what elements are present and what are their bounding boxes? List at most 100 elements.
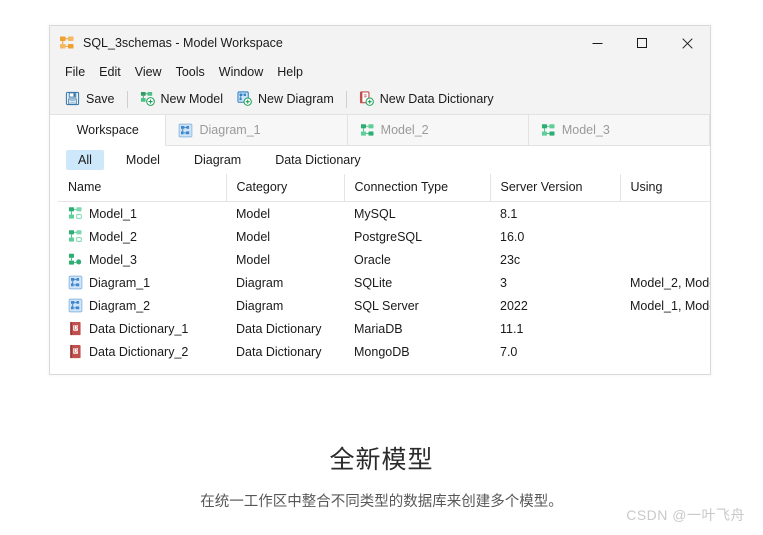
cell-name-label: Model_2 <box>89 229 137 244</box>
cell-category: Model <box>236 206 271 221</box>
cell-using <box>620 225 710 248</box>
table-row[interactable]: Diagram_2 Diagram SQL Server 2022 Model_… <box>58 294 710 317</box>
cell-server-version: 11.1 <box>500 321 524 336</box>
cell-server-version: 3 <box>500 275 507 290</box>
model-icon <box>68 206 83 221</box>
cell-connection-type: SQLite <box>354 275 393 290</box>
cell-name-label: Data Dictionary_2 <box>89 344 189 359</box>
cell-connection-type: MongoDB <box>354 344 410 359</box>
cell-category: Diagram <box>236 275 284 290</box>
diagram-icon <box>68 298 83 313</box>
close-icon[interactable] <box>665 26 710 60</box>
cell-using <box>620 248 710 271</box>
table-row[interactable]: D Data Dictionary_2 Data Dictionary Mong… <box>58 340 710 363</box>
cell-server-version: 7.0 <box>500 344 518 359</box>
cell-category: Model <box>236 252 271 267</box>
title-bar: SQL_3schemas - Model Workspace <box>50 26 710 60</box>
cell-connection-type: SQL Server <box>354 298 419 313</box>
filter-chip-model[interactable]: Model <box>114 150 172 170</box>
diagram-icon <box>178 123 193 138</box>
table-row[interactable]: Model_3 Model Oracle 23c <box>58 248 710 271</box>
cell-connection-type: PostgreSQL <box>354 229 423 244</box>
table-row[interactable]: Model_2 Model PostgreSQL 16.0 <box>58 225 710 248</box>
menu-item-edit[interactable]: Edit <box>92 62 128 82</box>
new-diagram-button[interactable]: New Diagram <box>230 88 341 110</box>
window-title: SQL_3schemas - Model Workspace <box>83 36 283 50</box>
model-icon <box>68 229 83 244</box>
cell-connection-type: Oracle <box>354 252 391 267</box>
save-button[interactable]: Save <box>58 88 122 110</box>
cell-name-label: Model_3 <box>89 252 137 267</box>
menu-item-tools[interactable]: Tools <box>169 62 212 82</box>
filter-chip-all[interactable]: All <box>66 150 104 170</box>
cell-server-version: 16.0 <box>500 229 525 244</box>
document-tab-strip: Workspace Diagram_1 Model_2 Model_3 <box>50 115 710 146</box>
tab-diagram-1[interactable]: Diagram_1 <box>166 115 348 145</box>
tab-workspace-label: Workspace <box>76 123 139 137</box>
cell-connection-type: MySQL <box>354 206 396 221</box>
tab-workspace[interactable]: Workspace <box>50 115 167 146</box>
data-dictionary-icon: D <box>68 321 83 336</box>
data-dictionary-icon: D <box>68 344 83 359</box>
menu-item-window[interactable]: Window <box>212 62 270 82</box>
cell-category: Data Dictionary <box>236 344 322 359</box>
cell-category: Data Dictionary <box>236 321 322 336</box>
new-model-button-label: New Model <box>160 92 224 106</box>
menu-bar: File Edit View Tools Window Help <box>50 60 710 84</box>
cell-name-label: Data Dictionary_1 <box>89 321 189 336</box>
model-schema-icon <box>59 35 75 51</box>
cell-name-label: Model_1 <box>89 206 137 221</box>
cell-category: Model <box>236 229 271 244</box>
maximize-icon[interactable] <box>620 26 665 60</box>
new-data-dictionary-button-label: New Data Dictionary <box>379 92 494 106</box>
new-diagram-icon <box>237 91 253 107</box>
column-header-name[interactable]: Name <box>58 174 227 202</box>
toolbar: Save New Model New Diagram New Data Dict… <box>50 84 710 115</box>
table-header-row: Name Category Connection Type Server Ver… <box>58 174 710 202</box>
tab-diagram-1-label: Diagram_1 <box>199 123 261 137</box>
filter-chip-diagram[interactable]: Diagram <box>182 150 253 170</box>
model-alt-icon <box>68 252 83 267</box>
tab-model-2-label: Model_2 <box>380 123 429 137</box>
new-data-dictionary-button[interactable]: New Data Dictionary <box>352 88 501 110</box>
tab-model-3-label: Model_3 <box>561 123 610 137</box>
table-row[interactable]: D Data Dictionary_1 Data Dictionary Mari… <box>58 317 710 340</box>
filter-chip-data-dictionary[interactable]: Data Dictionary <box>263 150 372 170</box>
tab-model-3[interactable]: Model_3 <box>528 115 710 145</box>
cell-server-version: 23c <box>500 252 521 267</box>
watermark: CSDN @一叶飞舟 <box>626 507 745 523</box>
column-header-category[interactable]: Category <box>226 174 345 202</box>
new-model-icon <box>140 91 156 107</box>
toolbar-separator-1 <box>126 90 128 108</box>
cell-using: Model_2, Model_3 <box>630 275 710 290</box>
model-icon <box>360 123 375 138</box>
menu-item-help[interactable]: Help <box>270 62 310 82</box>
diagram-icon <box>68 275 83 290</box>
model-icon <box>541 123 556 138</box>
cell-using: Model_1, Model_2 <box>630 298 710 313</box>
svg-text:D: D <box>74 326 78 332</box>
cell-category: Diagram <box>236 298 284 313</box>
menu-item-file[interactable]: File <box>58 62 92 82</box>
cell-connection-type: MariaDB <box>354 321 403 336</box>
new-diagram-button-label: New Diagram <box>258 92 334 106</box>
cell-using <box>620 317 710 340</box>
save-floppy-icon <box>65 91 81 107</box>
window-controls <box>575 26 710 60</box>
table-row[interactable]: Diagram_1 Diagram SQLite 3 Model_2, Mode… <box>58 271 710 294</box>
column-header-using[interactable]: Using <box>620 174 710 202</box>
caption-block: 全新模型 在统一工作区中整合不同类型的数据库来创建多个模型。 <box>0 440 763 511</box>
menu-item-view[interactable]: View <box>128 62 169 82</box>
new-data-dictionary-icon <box>359 91 375 107</box>
cell-server-version: 8.1 <box>500 206 518 221</box>
category-filter-bar: All Model Diagram Data Dictionary <box>50 146 710 174</box>
column-header-connection-type[interactable]: Connection Type <box>344 174 491 202</box>
cell-using <box>620 340 710 363</box>
minimize-icon[interactable] <box>575 26 620 60</box>
new-model-button[interactable]: New Model <box>133 88 231 110</box>
model-workspace-window: SQL_3schemas - Model Workspace File Edit… <box>49 25 711 375</box>
column-header-server-version[interactable]: Server Version <box>490 174 621 202</box>
table-row[interactable]: Model_1 Model MySQL 8.1 <box>58 202 710 226</box>
tab-model-2[interactable]: Model_2 <box>347 115 529 145</box>
svg-text:D: D <box>74 349 78 355</box>
